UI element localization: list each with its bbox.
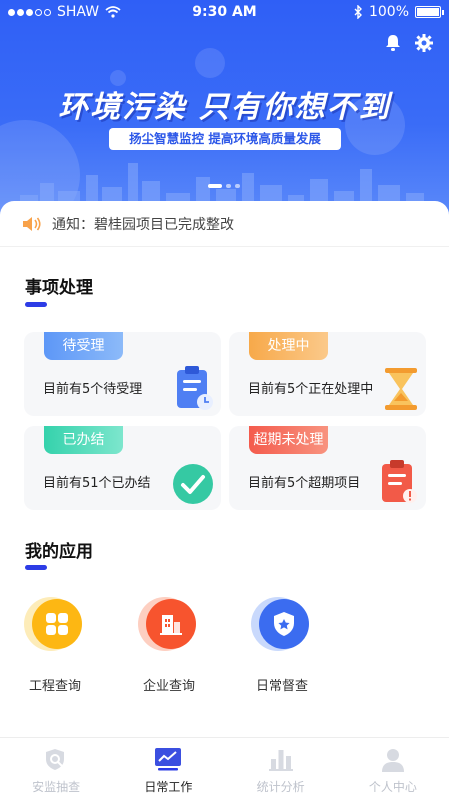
tasks-section-title: 事项处理 [25, 278, 93, 298]
task-card-overdue[interactable]: 超期未处理 目前有5个超期项目 [229, 426, 426, 510]
bar-chart-icon [268, 750, 293, 771]
content-sheet: 通知：碧桂园项目已完成整改 事项处理 待受理 目前有5个待受理 处理中 目前有5… [0, 201, 449, 737]
tab-label: 安监抽查 [32, 780, 81, 794]
task-tag: 超期未处理 [249, 426, 328, 454]
task-desc: 目前有5个待受理 [43, 382, 143, 397]
task-card-completed[interactable]: 已办结 目前有51个已办结 [24, 426, 221, 510]
search-shield-icon [46, 749, 65, 770]
person-icon [381, 749, 404, 772]
gear-icon[interactable] [415, 34, 433, 52]
carousel-indicator[interactable] [208, 184, 240, 188]
battery-icon [415, 6, 444, 18]
task-tag: 待受理 [44, 332, 123, 360]
decor-bubble [195, 48, 225, 78]
shield-star-icon [259, 599, 309, 649]
tab-label: 统计分析 [256, 780, 305, 794]
tab-safety-check[interactable]: 安监抽查 [0, 738, 112, 800]
task-tag: 已办结 [44, 426, 123, 454]
bottom-tab-bar: 安监抽查 日常工作 统计分析 个人中心 [0, 737, 449, 800]
banner-subtitle: 扬尘智慧监控 提高环境高质量发展 [109, 128, 341, 150]
grid-icon [32, 599, 82, 649]
app-label: 工程查询 [28, 679, 81, 694]
app-label: 企业查询 [142, 679, 195, 694]
tab-profile[interactable]: 个人中心 [337, 738, 449, 800]
clipboard-alert-icon [382, 460, 417, 503]
chart-line-icon [155, 748, 182, 771]
battery-percent: 100% [368, 4, 409, 20]
hero-banner[interactable]: SHAW 9:30 AM 100% 环境污染 只有你想不到 扬尘智慧监控 提高环… [0, 0, 449, 225]
notice-bar[interactable]: 通知：碧桂园项目已完成整改 [0, 201, 449, 247]
task-card-pending[interactable]: 待受理 目前有5个待受理 [24, 332, 221, 416]
check-circle-icon [173, 464, 213, 504]
task-desc: 目前有5个超期项目 [248, 476, 361, 491]
tab-label: 日常工作 [144, 780, 193, 794]
task-desc: 目前有5个正在处理中 [248, 382, 374, 397]
notice-text: 通知：碧桂园项目已完成整改 [52, 216, 234, 233]
status-bar: SHAW 9:30 AM 100% [0, 0, 449, 26]
speaker-icon [23, 216, 41, 231]
task-card-processing[interactable]: 处理中 目前有5个正在处理中 [229, 332, 426, 416]
app-label: 日常督查 [255, 679, 308, 694]
task-desc: 目前有51个已办结 [43, 476, 151, 491]
banner-title: 环境污染 只有你想不到 [58, 90, 391, 125]
hourglass-icon [385, 368, 417, 410]
tab-label: 个人中心 [368, 780, 417, 794]
task-tag: 处理中 [249, 332, 328, 360]
clipboard-clock-icon [177, 366, 213, 410]
tab-statistics[interactable]: 统计分析 [225, 738, 337, 800]
section-underline [25, 565, 47, 570]
building-icon [146, 599, 196, 649]
bell-icon[interactable] [385, 34, 401, 52]
apps-section-title: 我的应用 [25, 542, 93, 562]
tab-daily-work[interactable]: 日常工作 [112, 738, 224, 800]
section-underline [25, 302, 47, 307]
bluetooth-icon [354, 5, 362, 19]
